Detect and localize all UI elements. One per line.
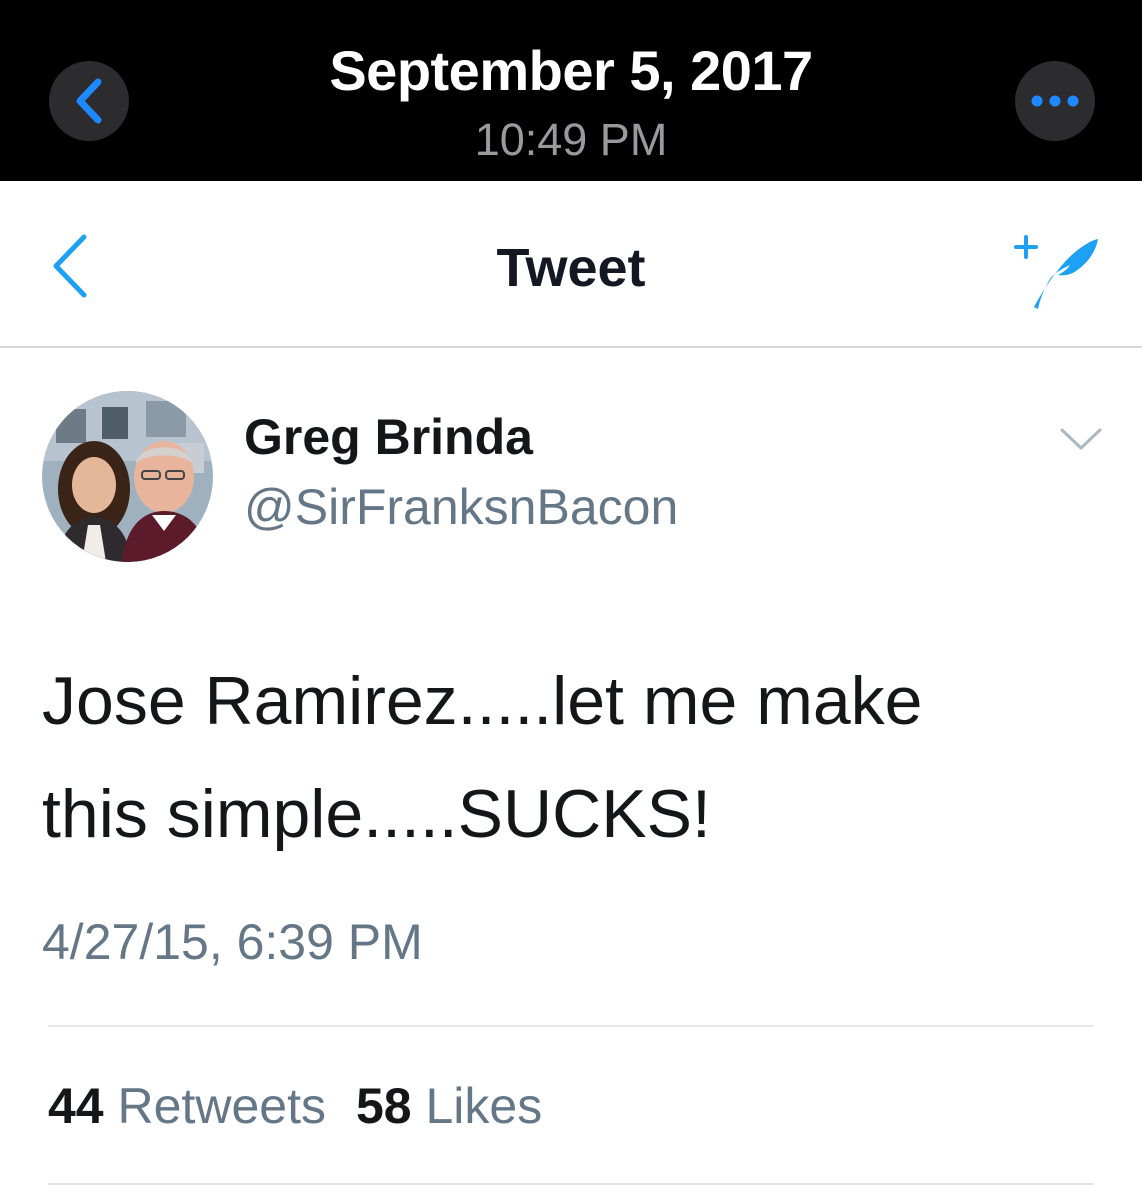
likes-label: Likes [425,1078,543,1134]
avatar[interactable] [42,391,213,562]
tweet-text-line: this simple.....SUCKS! [42,776,711,852]
photo-date: September 5, 2017 [329,39,813,102]
photo-viewer-header: September 5, 2017 10:49 PM [0,0,1142,181]
chevron-down-icon[interactable] [1058,424,1104,454]
author-handle[interactable]: @SirFranksnBacon [244,478,678,536]
author-display-name[interactable]: Greg Brinda [244,408,533,466]
tweet-stats: 44 Retweets 58 Likes [48,1077,542,1135]
likes-stat[interactable]: 58 Likes [356,1078,542,1134]
divider [48,1183,1094,1185]
retweets-label: Retweets [117,1078,326,1134]
compose-tweet-icon[interactable] [1010,229,1102,311]
nav-divider [0,346,1142,348]
tweet-nav-bar: Tweet [0,181,1142,346]
photo-time: 10:49 PM [474,114,668,165]
photo-more-button[interactable] [1015,61,1095,141]
page-title: Tweet [496,238,646,298]
tweet-text-line: Jose Ramirez.....let me make [42,663,923,739]
retweets-stat[interactable]: 44 Retweets [48,1078,326,1134]
divider [48,1025,1094,1027]
tweet-text: Jose Ramirez.....let me make this simple… [42,645,1102,871]
ellipsis-icon [1031,95,1079,107]
tweet-timestamp: 4/27/15, 6:39 PM [42,914,423,970]
retweets-count: 44 [48,1078,104,1134]
likes-count: 58 [355,1078,412,1134]
